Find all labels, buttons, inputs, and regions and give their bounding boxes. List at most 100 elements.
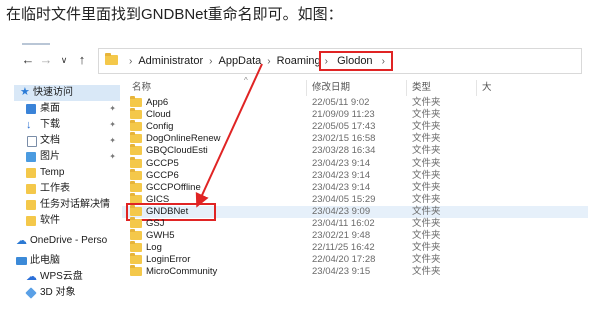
- file-type: 文件夹: [412, 157, 441, 169]
- folder-icon: [26, 200, 36, 210]
- sidebar-item-label: 任务对话解决情: [40, 199, 110, 210]
- sidebar-item-label: 图片: [40, 151, 60, 162]
- file-date-modified: 23/02/21 9:48: [312, 230, 371, 242]
- sidebar-item-this-pc[interactable]: 此电脑: [14, 253, 120, 269]
- file-row-config[interactable]: Config 22/05/05 17:43 文件夹: [122, 120, 588, 133]
- breadcrumb-glodon[interactable]: Glodon: [337, 55, 372, 67]
- breadcrumb-separator: ›: [381, 56, 385, 67]
- folder-icon: [130, 96, 142, 107]
- file-type: 文件夹: [412, 218, 441, 229]
- sidebar-item-documents[interactable]: 文档 ✦: [14, 133, 120, 149]
- file-date-modified: 23/04/11 16:02: [312, 218, 375, 229]
- pin-icon: ✦: [109, 104, 116, 113]
- sidebar-item-task-dialogs[interactable]: 任务对话解决情: [14, 197, 120, 213]
- file-type: 文件夹: [412, 205, 441, 217]
- column-divider[interactable]: [406, 80, 407, 96]
- file-row-gccp6[interactable]: GCCP6 23/04/23 9:14 文件夹: [122, 168, 588, 182]
- file-name: GWH5: [146, 230, 175, 242]
- sidebar-item-3d-objects[interactable]: 3D 对象: [14, 285, 120, 301]
- breadcrumb-highlight-box: › Glodon ›: [318, 51, 393, 71]
- file-date-modified: 23/04/23 9:15: [312, 266, 371, 278]
- sidebar-item-label: 工作表: [40, 183, 70, 194]
- folder-icon: [26, 168, 36, 178]
- file-row-dogonlinerenew[interactable]: DogOnlineRenew 23/02/15 16:58 文件夹: [122, 132, 588, 145]
- pin-icon: ✦: [109, 136, 116, 145]
- file-row-loginerror[interactable]: LoginError 22/04/20 17:28 文件夹: [122, 253, 588, 266]
- forward-arrow-icon[interactable]: →: [38, 52, 54, 68]
- file-type: 文件夹: [412, 133, 441, 145]
- column-header-size[interactable]: 大: [482, 80, 492, 96]
- file-row-gbqcloudesti[interactable]: GBQCloudEsti 23/03/28 16:34 文件夹: [122, 144, 588, 157]
- sidebar-item-onedrive[interactable]: ☁ OneDrive - Perso: [14, 233, 120, 249]
- file-name: Config: [146, 121, 174, 133]
- column-header-type[interactable]: 类型: [412, 80, 431, 96]
- file-date-modified: 23/04/23 9:14: [312, 157, 371, 169]
- folder-icon: [130, 132, 142, 144]
- sidebar-item-downloads[interactable]: ↓ 下载 ✦: [14, 117, 120, 133]
- sidebar-item-temp[interactable]: Temp: [14, 165, 120, 181]
- recent-locations-chevron-icon[interactable]: ∨: [56, 52, 72, 68]
- download-icon: ↓: [26, 119, 32, 131]
- pin-icon: ✦: [109, 152, 116, 161]
- star-icon: ★: [20, 86, 30, 98]
- sidebar-item-pictures[interactable]: 图片 ✦: [14, 149, 120, 165]
- file-type: 文件夹: [412, 193, 441, 205]
- file-row-log[interactable]: Log 22/11/25 16:42 文件夹: [122, 241, 588, 254]
- file-date-modified: 23/04/05 15:29: [312, 193, 376, 205]
- file-row-app6[interactable]: App6 22/05/11 9:02 文件夹: [122, 96, 588, 109]
- computer-icon: [16, 257, 27, 265]
- file-row-cloud[interactable]: Cloud 21/09/09 11:23 文件夹: [122, 108, 588, 121]
- breadcrumb-separator: ›: [267, 55, 271, 67]
- column-header-date-modified[interactable]: 修改日期: [312, 80, 350, 96]
- folder-icon: [130, 229, 142, 241]
- file-row-gwh5[interactable]: GWH5 23/02/21 9:48 文件夹: [122, 229, 588, 242]
- file-row-gndbnet[interactable]: GNDBNet 23/04/23 9:09 文件夹: [122, 202, 588, 221]
- column-divider[interactable]: [306, 80, 307, 96]
- sidebar-item-label: 下载: [40, 119, 60, 130]
- file-type: 文件夹: [412, 109, 441, 121]
- file-type: 文件夹: [412, 254, 441, 266]
- file-date-modified: 23/03/28 16:34: [312, 145, 376, 157]
- column-divider[interactable]: [476, 80, 477, 96]
- file-date-modified: 23/02/15 16:58: [312, 133, 376, 145]
- file-row-gccp5[interactable]: GCCP5 23/04/23 9:14 文件夹: [122, 156, 588, 170]
- file-name: Cloud: [146, 109, 171, 121]
- sidebar-item-wps-cloud[interactable]: ☁ WPS云盘: [14, 269, 120, 285]
- sidebar-item-quick-access[interactable]: ★ 快速访问: [14, 85, 120, 101]
- breadcrumb-appdata[interactable]: AppData: [218, 55, 261, 67]
- up-arrow-icon[interactable]: ↑: [74, 52, 90, 68]
- file-row-microcommunity[interactable]: MicroCommunity 23/04/23 9:15 文件夹: [122, 265, 588, 278]
- column-header-name[interactable]: 名称: [132, 80, 151, 96]
- sidebar-item-label: 此电脑: [30, 255, 60, 266]
- sidebar-item-label: 桌面: [40, 103, 60, 114]
- file-row-gccpoffline[interactable]: GCCPOffline 23/04/23 9:14 文件夹: [122, 180, 588, 194]
- picture-icon: [26, 152, 36, 162]
- sidebar-item-label: WPS云盘: [40, 271, 83, 282]
- sidebar-item-label: 快速访问: [33, 87, 73, 98]
- file-date-modified: 21/09/09 11:23: [312, 109, 375, 121]
- file-date-modified: 23/04/23 9:09: [312, 205, 371, 217]
- file-name: App6: [146, 97, 169, 108]
- folder-icon: [26, 184, 36, 194]
- sidebar-item-label: OneDrive - Perso: [30, 235, 108, 246]
- onedrive-icon: ☁: [16, 235, 27, 247]
- sidebar-item-desktop[interactable]: 桌面 ✦: [14, 101, 120, 117]
- back-arrow-icon[interactable]: ←: [20, 52, 36, 68]
- caption-text: 在临时文件里面找到GNDBNet重命名即可。如图：: [6, 6, 343, 23]
- breadcrumb-roaming[interactable]: Roaming: [277, 55, 321, 67]
- folder-icon: [130, 120, 142, 132]
- breadcrumb-separator: ›: [324, 56, 329, 67]
- file-name: LoginError: [146, 254, 191, 266]
- file-type: 文件夹: [412, 121, 441, 133]
- file-row-gsj[interactable]: GSJ 23/04/11 16:02 文件夹: [122, 217, 588, 230]
- folder-icon: [130, 144, 142, 156]
- breadcrumb-administrator[interactable]: Administrator: [138, 55, 203, 67]
- sidebar-item-label: Temp: [40, 167, 65, 178]
- file-name: GCCP6: [146, 169, 179, 181]
- sort-ascending-icon: ^: [244, 76, 248, 85]
- sidebar-item-worksheets[interactable]: 工作表: [14, 181, 120, 197]
- sidebar-item-software[interactable]: 软件: [14, 213, 120, 229]
- file-name: Log: [146, 242, 162, 254]
- address-bar[interactable]: › Administrator › AppData › Roaming › Gl…: [98, 48, 582, 74]
- navigation-pane: ★ 快速访问 桌面 ✦ ↓ 下载 ✦ 文档 ✦ 图片 ✦ Temp 工作表 任务…: [14, 80, 122, 334]
